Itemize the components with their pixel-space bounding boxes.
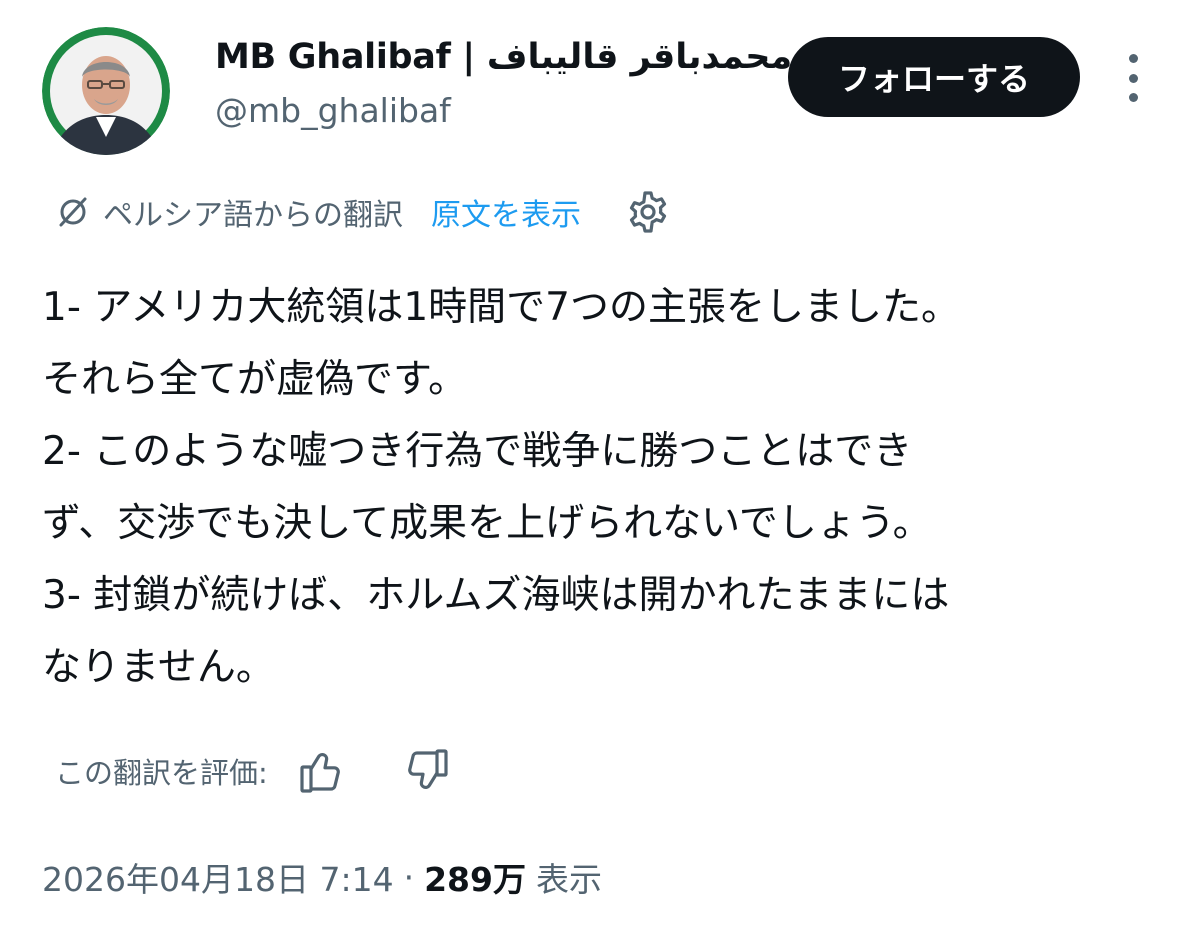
translation-label: ペルシア語からの翻訳 xyxy=(103,198,403,233)
meta-separator: · xyxy=(403,857,415,897)
gear-icon[interactable] xyxy=(625,189,671,235)
tweet-line: 3- 封鎖が続けば、ホルムズ海峡は開かれたままには xyxy=(42,573,950,618)
tweet-line: それら全てが虚偽です。 xyxy=(42,357,468,402)
thumbs-down-icon[interactable] xyxy=(400,745,452,797)
tweet-line: なりません。 xyxy=(42,645,275,690)
tweet-meta: 2026年04月18日 7:14 · 289万 表示 xyxy=(42,852,602,902)
show-original-link[interactable]: 原文を表示 xyxy=(431,190,581,234)
avatar-image xyxy=(42,27,170,155)
translation-bar: ペルシア語からの翻訳 原文を表示 xyxy=(55,188,671,236)
more-options-button[interactable] xyxy=(1116,54,1150,102)
user-handle[interactable]: @mb_ghalibaf xyxy=(215,94,451,127)
display-name[interactable]: MB Ghalibaf | محمدباقر قالیباف xyxy=(215,40,792,75)
avatar[interactable] xyxy=(42,27,170,155)
tweet-timestamp[interactable]: 2026年04月18日 7:14 xyxy=(42,853,394,901)
views-count: 289万 xyxy=(424,860,526,899)
tweet-text: 1- アメリカ大統領は1時間で7つの主張をしました。 それら全てが虚偽です。 2… xyxy=(42,272,1172,704)
thumbs-up-icon[interactable] xyxy=(296,745,348,797)
follow-button[interactable]: フォローする xyxy=(788,37,1080,117)
tweet-line: 1- アメリカ大統領は1時間で7つの主張をしました。 xyxy=(42,285,960,330)
rate-translation-bar: この翻訳を評価: xyxy=(55,745,452,797)
views-label: 表示 xyxy=(535,860,602,899)
vertical-dots-icon xyxy=(1128,54,1138,63)
tweet-line: 2- このような嘘つき行為で戦争に勝つことはでき xyxy=(42,429,913,474)
rate-translation-label: この翻訳を評価: xyxy=(55,756,268,790)
translate-slash-icon xyxy=(59,197,87,227)
tweet-line: ず、交渉でも決して成果を上げられないでしょう。 xyxy=(42,501,932,546)
